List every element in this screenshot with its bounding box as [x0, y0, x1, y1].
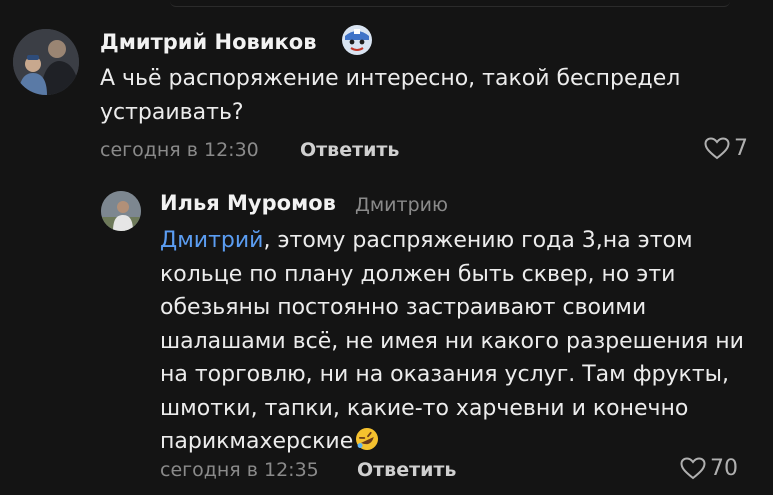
- comment-timestamp: сегодня в 12:30: [100, 139, 259, 161]
- avatar-photo-icon: [13, 29, 79, 95]
- top-input-bar-edge: [170, 0, 730, 7]
- comment-author[interactable]: Дмитрий Новиков: [100, 30, 317, 54]
- reply-timestamp: сегодня в 12:35: [160, 459, 319, 481]
- rofl-emoji-icon: [353, 426, 381, 463]
- reply-body: , этому распряжению года 3,на этом кольц…: [160, 228, 744, 454]
- reply-addressee: Дмитрию: [355, 194, 448, 216]
- reply-button[interactable]: Ответить: [300, 139, 399, 161]
- like-count: 70: [710, 456, 738, 481]
- avatar-photo-icon: [101, 191, 141, 231]
- like-count: 7: [734, 136, 748, 161]
- avatar[interactable]: [101, 191, 141, 231]
- captain-shield-badge-icon: [341, 24, 373, 56]
- comment-text: А чьё распоряжение интересно, такой бесп…: [100, 66, 681, 125]
- reply-author[interactable]: Илья Муромов: [160, 191, 336, 215]
- like-button[interactable]: 7: [704, 136, 748, 161]
- reply-text: Дмитрий, этому распряжению года 3,на это…: [160, 224, 750, 463]
- like-button[interactable]: 70: [680, 456, 738, 481]
- reply-button[interactable]: Ответить: [357, 459, 456, 481]
- mention-link[interactable]: Дмитрий: [160, 228, 263, 253]
- avatar[interactable]: [13, 29, 79, 95]
- heart-outline-icon: [704, 137, 730, 160]
- heart-outline-icon: [680, 457, 706, 480]
